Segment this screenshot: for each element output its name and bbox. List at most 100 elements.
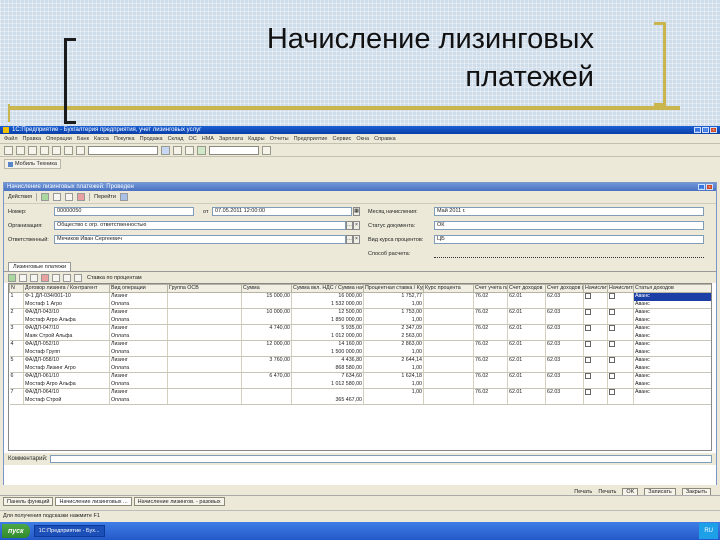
table-cell[interactable] bbox=[507, 332, 546, 341]
table-cell[interactable]: ФА/ДЛ-058/10 bbox=[23, 356, 110, 365]
window-tab[interactable]: Начисление лизинговых ... bbox=[55, 497, 132, 506]
select-button[interactable]: … bbox=[346, 235, 353, 244]
table-cell[interactable] bbox=[473, 316, 508, 325]
table-cell[interactable]: Аванс bbox=[633, 332, 711, 341]
table-cell[interactable] bbox=[507, 316, 546, 325]
table-cell[interactable]: 62.01 bbox=[507, 372, 546, 381]
table-cell[interactable] bbox=[583, 356, 608, 365]
actions-menu[interactable]: Действия bbox=[8, 194, 32, 200]
table-cell[interactable]: Аванс bbox=[633, 300, 711, 309]
table-row[interactable]: 1 Ф-1 ДЛ-034/001-10 Лизинг 15 000,00 16 000,… bbox=[9, 292, 711, 301]
table-cell[interactable] bbox=[507, 348, 546, 357]
table-cell[interactable] bbox=[507, 380, 546, 389]
checkbox[interactable] bbox=[609, 389, 615, 396]
table-cell[interactable]: Оплата bbox=[109, 300, 168, 309]
table-row[interactable]: 6 ФА/ДЛ-061/10 Лизинг 6 470,00 7 634,60 1 624… bbox=[9, 372, 711, 381]
menu-item[interactable]: Банк bbox=[77, 136, 89, 142]
table-cell[interactable]: 1,00 bbox=[363, 388, 424, 397]
table-row-secondary[interactable]: Мостаф Агро Альфа Оплата 1 012 580,00 1,00 А… bbox=[9, 380, 711, 389]
maximize-icon[interactable]: □ bbox=[702, 127, 709, 133]
table-cell[interactable] bbox=[607, 324, 634, 333]
table-cell[interactable]: Лизинг bbox=[109, 356, 168, 365]
table-cell[interactable]: 2 347,09 bbox=[363, 324, 424, 333]
table-cell[interactable] bbox=[583, 324, 608, 333]
table-cell[interactable]: 76.02 bbox=[473, 388, 508, 397]
doc-close-icon[interactable]: × bbox=[706, 184, 713, 190]
column-header[interactable]: Процентная ставка / Курс процента bbox=[363, 284, 424, 293]
table-cell[interactable]: 2 644,14 bbox=[363, 356, 424, 365]
table-cell[interactable]: 5 935,00 bbox=[291, 324, 364, 333]
table-row[interactable]: 2 ФА/ДЛ-043/10 Лизинг 10 000,00 12 500,00 1 7… bbox=[9, 308, 711, 317]
table-cell[interactable] bbox=[167, 372, 242, 381]
table-cell[interactable]: Аванс bbox=[633, 340, 711, 349]
table-cell[interactable]: 1 532 000,00 bbox=[291, 300, 364, 309]
edit-row-icon[interactable] bbox=[30, 273, 38, 282]
close-icon[interactable]: × bbox=[710, 127, 717, 133]
menu-item[interactable]: Операции bbox=[46, 136, 72, 142]
table-cell[interactable]: Лизинг bbox=[109, 324, 168, 333]
table-cell[interactable]: 1 012 000,00 bbox=[291, 332, 364, 341]
checkbox[interactable] bbox=[585, 325, 591, 332]
table-row-secondary[interactable]: Маяк Строй Альфа Оплата 1 012 000,00 2 563,… bbox=[9, 332, 711, 341]
table-cell[interactable]: 62.03 bbox=[545, 308, 584, 317]
table-cell[interactable] bbox=[473, 300, 508, 309]
table-cell[interactable]: 76.02 bbox=[473, 324, 508, 333]
fill-rate-button[interactable]: Ставка по процентам bbox=[87, 275, 142, 281]
table-cell[interactable] bbox=[607, 372, 634, 381]
table-cell[interactable]: 62.03 bbox=[545, 356, 584, 365]
table-cell[interactable]: 2 bbox=[9, 308, 24, 317]
table-cell[interactable]: ФА/ДЛ-047/10 bbox=[23, 324, 110, 333]
table-cell[interactable]: Аванс bbox=[633, 372, 711, 381]
table-cell[interactable]: 1 753,00 bbox=[363, 308, 424, 317]
menu-item[interactable]: Правка bbox=[23, 136, 42, 142]
table-cell[interactable]: 7 bbox=[9, 388, 24, 397]
menu-item[interactable]: Файл bbox=[4, 136, 18, 142]
go-menu[interactable]: Перейти bbox=[94, 194, 116, 200]
print-icon[interactable] bbox=[40, 145, 49, 155]
table-cell[interactable] bbox=[607, 380, 634, 389]
column-header[interactable]: Начислить НДС bbox=[583, 284, 608, 293]
table-row[interactable]: 7 ФА/ДЛ-064/10 Лизинг 1,00 76.02 62.01 62.03 Ав… bbox=[9, 388, 711, 397]
table-cell[interactable]: 1,00 bbox=[363, 300, 424, 309]
table-cell[interactable]: 1 624,18 bbox=[363, 372, 424, 381]
table-cell[interactable]: 868 580,00 bbox=[291, 364, 364, 373]
interface-combo[interactable] bbox=[209, 145, 259, 155]
table-cell[interactable]: 1 012 580,00 bbox=[291, 380, 364, 389]
table-row[interactable]: 5 ФА/ДЛ-058/10 Лизинг 3 760,00 4 436,80 2 644… bbox=[9, 356, 711, 365]
table-cell[interactable] bbox=[167, 388, 242, 397]
table-cell[interactable] bbox=[607, 332, 634, 341]
table-cell[interactable] bbox=[423, 316, 474, 325]
window-tab[interactable]: Начисление лизингов. - разовых bbox=[133, 497, 225, 506]
table-cell[interactable]: Лизинг bbox=[109, 308, 168, 317]
table-cell[interactable] bbox=[583, 348, 608, 357]
table-cell[interactable] bbox=[241, 348, 292, 357]
table-cell[interactable] bbox=[607, 364, 634, 373]
cut-icon[interactable] bbox=[52, 145, 61, 155]
number-field[interactable]: 00000050 bbox=[54, 207, 194, 216]
table-cell[interactable] bbox=[583, 340, 608, 349]
save-icon[interactable] bbox=[28, 145, 37, 155]
organization-field[interactable]: Общество с огр. ответственностью bbox=[54, 221, 346, 230]
table-cell[interactable] bbox=[423, 372, 474, 381]
table-cell[interactable] bbox=[583, 308, 608, 317]
table-cell[interactable] bbox=[607, 356, 634, 365]
table-cell[interactable]: 16 000,00 bbox=[291, 292, 364, 301]
checkbox[interactable] bbox=[609, 373, 615, 380]
table-cell[interactable]: Мостаф 1 Агро bbox=[23, 300, 110, 309]
checkbox[interactable] bbox=[609, 325, 615, 332]
table-cell[interactable]: Мостаф Лизинг Агро bbox=[23, 364, 110, 373]
table-cell[interactable] bbox=[583, 316, 608, 325]
table-cell[interactable] bbox=[473, 380, 508, 389]
print-link[interactable]: Печать bbox=[574, 489, 592, 495]
table-cell[interactable] bbox=[423, 340, 474, 349]
table-cell[interactable] bbox=[167, 308, 242, 317]
table-cell[interactable] bbox=[363, 396, 424, 405]
table-cell[interactable]: Оплата bbox=[109, 332, 168, 341]
column-header[interactable]: Сумма bbox=[241, 284, 292, 293]
table-cell[interactable]: 62.03 bbox=[545, 340, 584, 349]
table-cell[interactable]: 62.01 bbox=[507, 308, 546, 317]
quick-menu-button[interactable]: Мобиль Техника bbox=[4, 159, 61, 169]
table-row-secondary[interactable]: Мостаф 1 Агро Оплата 1 532 000,00 1,00 Аванс bbox=[9, 300, 711, 309]
table-cell[interactable] bbox=[9, 380, 24, 389]
table-cell[interactable] bbox=[241, 316, 292, 325]
